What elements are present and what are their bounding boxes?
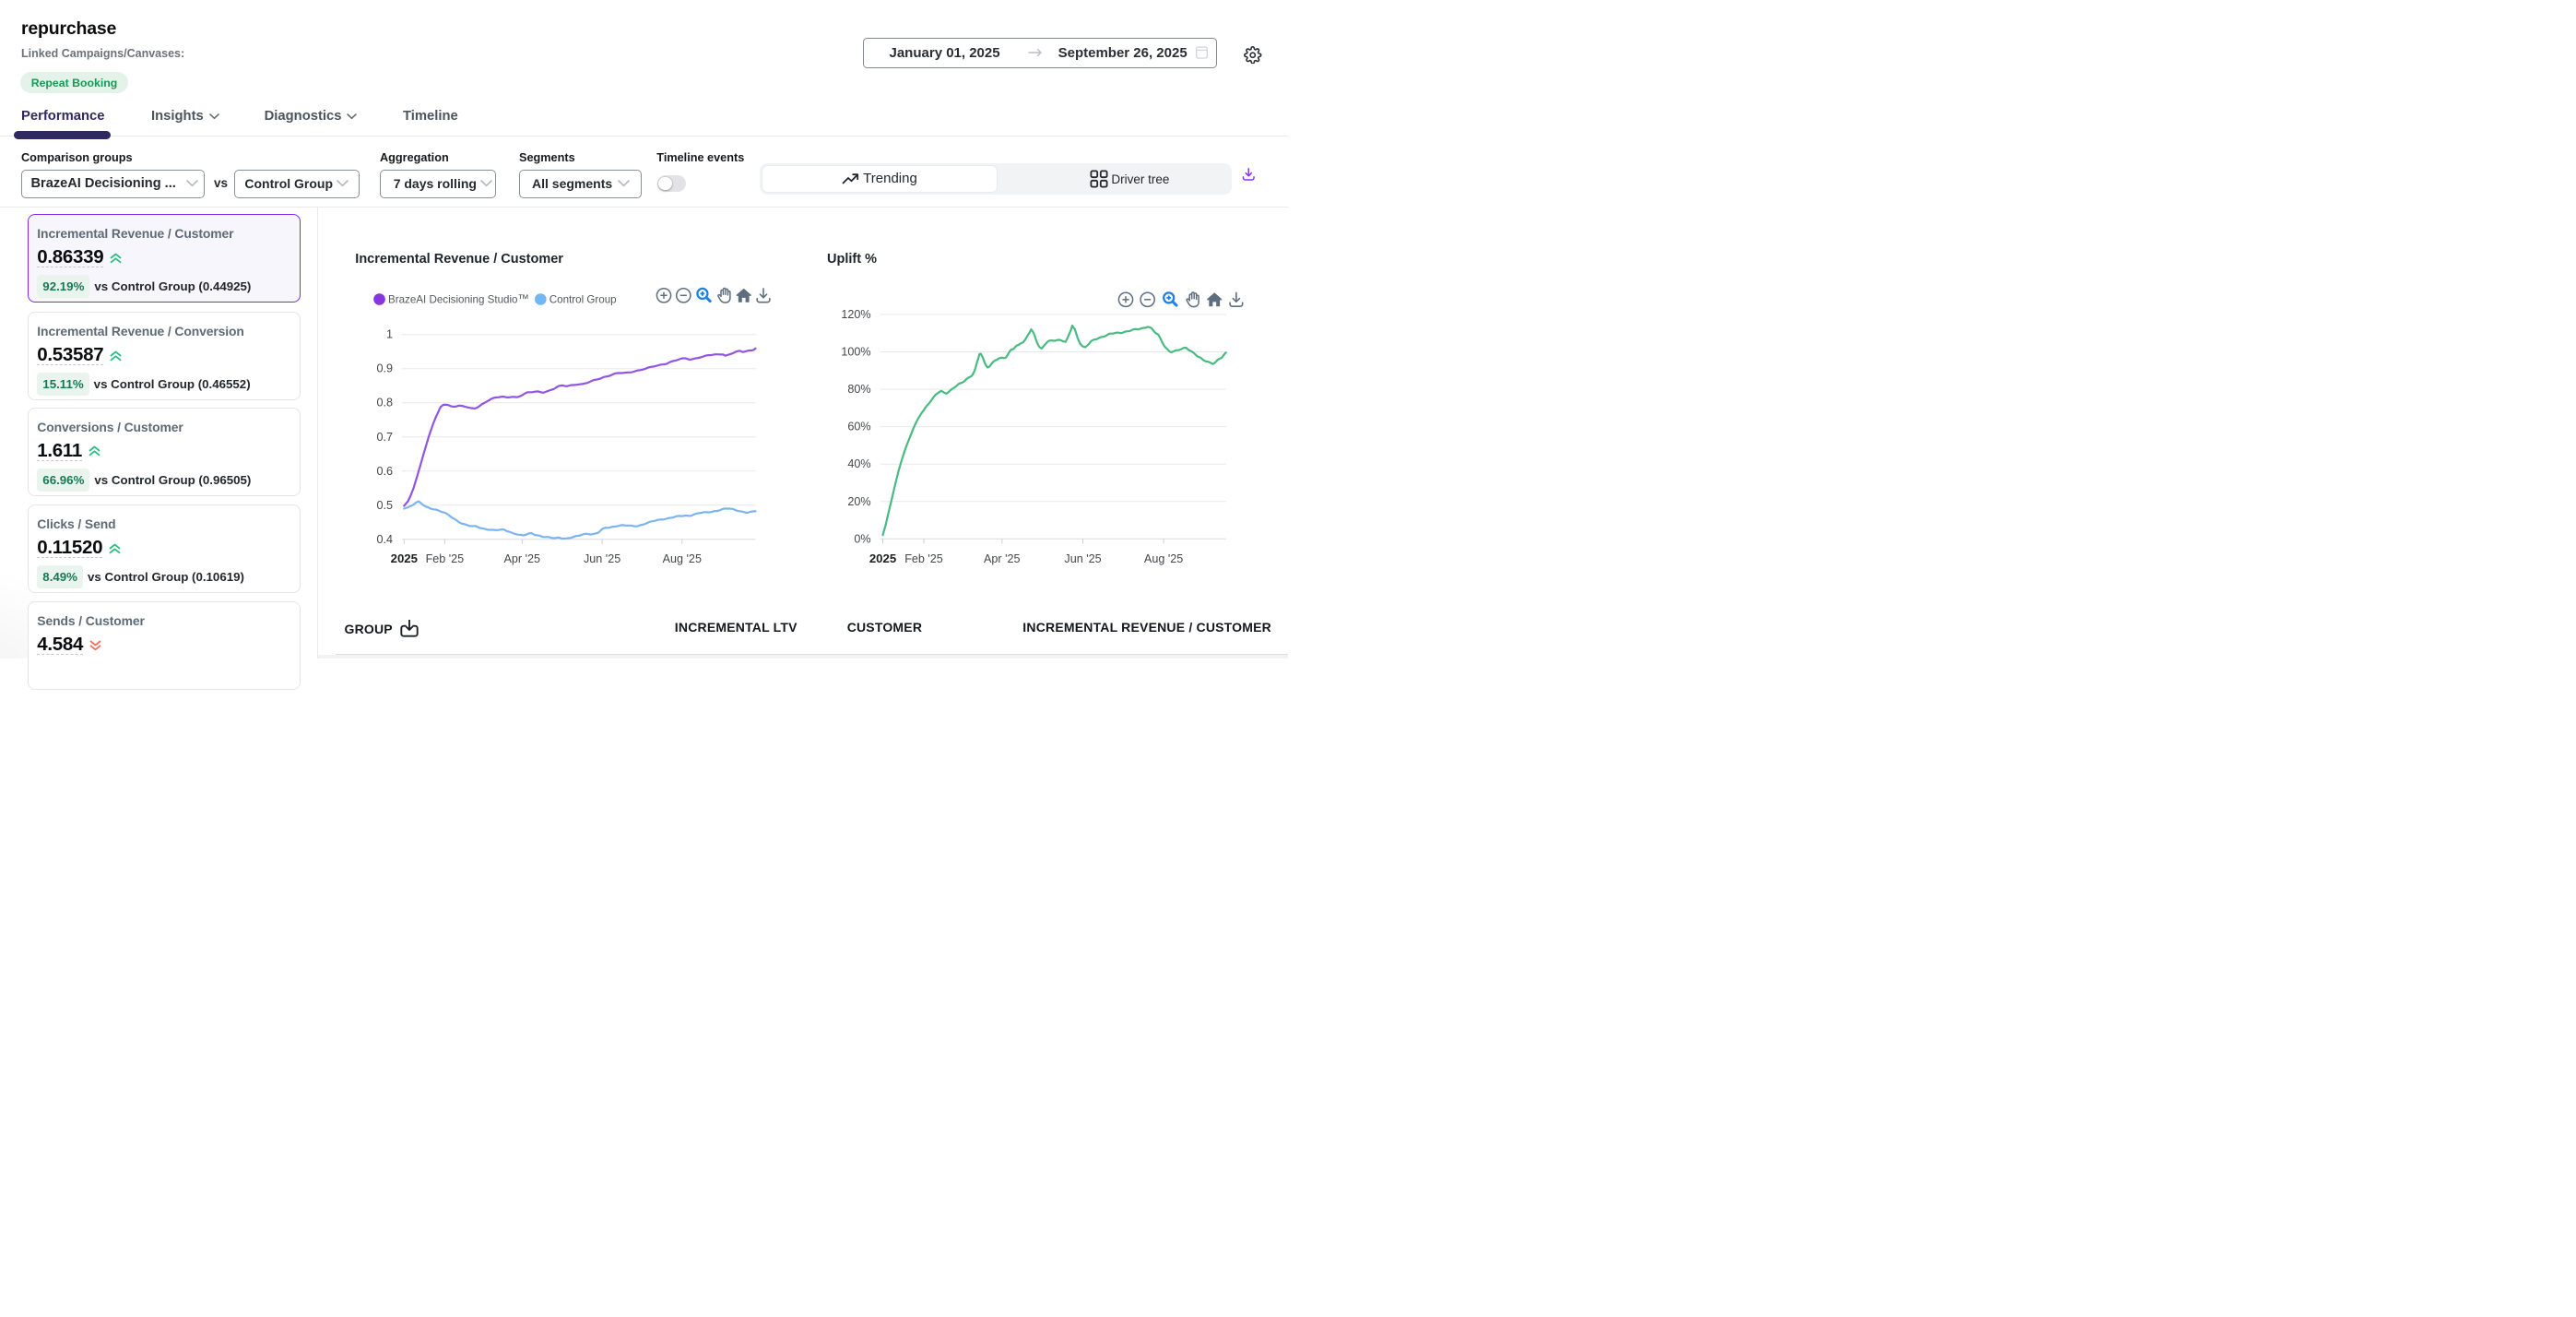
svg-text:0%: 0% (854, 532, 870, 545)
svg-text:Jun '25: Jun '25 (1064, 552, 1101, 565)
svg-text:BrazeAI Decisioning Studio™: BrazeAI Decisioning Studio™ (388, 292, 529, 306)
svg-text:Feb '25: Feb '25 (426, 552, 465, 565)
svg-text:Aug '25: Aug '25 (663, 552, 702, 565)
svg-text:1: 1 (386, 328, 393, 341)
svg-text:Aug '25: Aug '25 (1144, 552, 1183, 565)
svg-text:0.4: 0.4 (376, 533, 393, 546)
svg-text:Jun '25: Jun '25 (584, 552, 620, 565)
svg-text:20%: 20% (847, 495, 870, 508)
svg-text:120%: 120% (841, 308, 870, 321)
svg-text:2025: 2025 (869, 552, 896, 565)
svg-text:0.7: 0.7 (376, 431, 393, 444)
svg-text:100%: 100% (841, 346, 870, 359)
svg-text:Control Group: Control Group (549, 294, 617, 306)
svg-text:40%: 40% (847, 457, 870, 470)
svg-text:Apr '25: Apr '25 (504, 552, 541, 565)
svg-text:0.6: 0.6 (376, 465, 393, 478)
svg-text:80%: 80% (847, 383, 870, 396)
svg-text:0.8: 0.8 (376, 397, 393, 409)
svg-text:Apr '25: Apr '25 (984, 552, 1021, 565)
svg-text:60%: 60% (847, 421, 870, 433)
svg-text:Feb '25: Feb '25 (904, 552, 943, 565)
svg-text:0.9: 0.9 (376, 362, 393, 375)
svg-text:0.5: 0.5 (376, 499, 393, 512)
svg-text:2025: 2025 (391, 552, 418, 565)
